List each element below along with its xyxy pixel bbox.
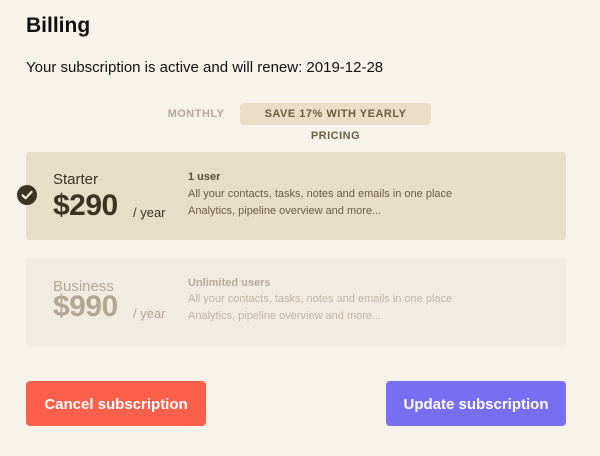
tab-monthly[interactable]: MONTHLY <box>160 103 232 125</box>
plan-period: / year <box>133 205 166 220</box>
tab-yearly[interactable]: SAVE 17% WITH YEARLY PRICING <box>240 103 431 142</box>
plan-price: $290 <box>53 189 118 222</box>
page-title: Billing <box>26 14 91 37</box>
plan-feature: Analytics, pipeline overview and more... <box>188 310 382 322</box>
plan-price: $990 <box>53 290 118 323</box>
subscription-status: Your subscription is active and will ren… <box>26 59 384 76</box>
plan-feature: Analytics, pipeline overview and more... <box>188 205 382 217</box>
plan-card-starter[interactable]: Starter $290 / year 1 user All your cont… <box>26 152 566 240</box>
plan-users: 1 user <box>188 171 221 183</box>
plan-users: Unlimited users <box>188 277 271 289</box>
cancel-subscription-button[interactable]: Cancel subscription <box>26 381 206 426</box>
plan-period: / year <box>133 306 166 321</box>
plan-feature: All your contacts, tasks, notes and emai… <box>188 293 453 305</box>
plan-name: Starter <box>53 171 99 188</box>
update-subscription-button[interactable]: Update subscription <box>386 381 566 426</box>
plan-feature: All your contacts, tasks, notes and emai… <box>188 188 453 200</box>
check-circle-icon <box>17 185 37 205</box>
plan-card-business[interactable]: Business $990 / year Unlimited users All… <box>26 258 566 346</box>
